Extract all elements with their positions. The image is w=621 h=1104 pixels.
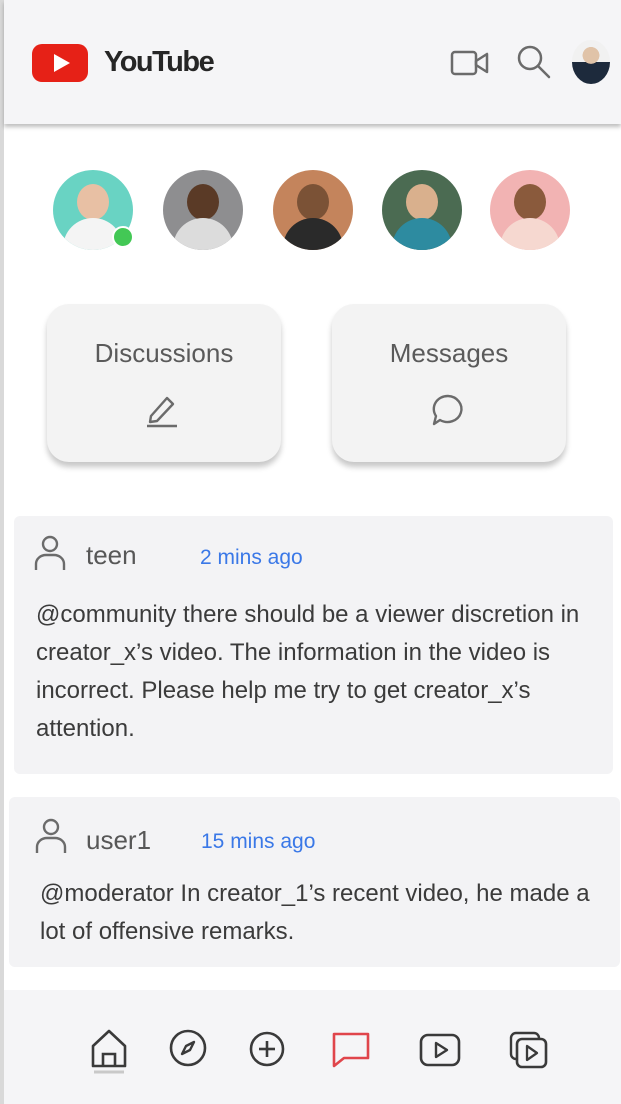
discussions-label: Discussions (94, 338, 234, 368)
left-border (0, 0, 4, 1104)
discussions-button[interactable]: Discussions (47, 304, 281, 462)
story-avatar-2[interactable] (163, 170, 243, 250)
user-icon (35, 818, 67, 853)
post-timestamp: 15 mins ago (201, 830, 316, 853)
story-avatar-3[interactable] (273, 170, 353, 250)
add-circle-icon[interactable] (248, 1030, 286, 1068)
story-avatar-4[interactable] (382, 170, 462, 250)
post-text: @community there should be a viewer disc… (36, 601, 580, 742)
search-icon[interactable] (516, 44, 552, 80)
library-icon[interactable] (508, 1030, 550, 1070)
discussion-post[interactable]: user1 15 mins ago @moderator In creator_… (9, 797, 620, 967)
chat-bubble-icon (432, 394, 463, 426)
video-camera-icon[interactable] (450, 48, 490, 78)
account-avatar[interactable] (572, 40, 610, 84)
post-text: @moderator In creator_1’s recent video, … (40, 880, 590, 945)
explore-icon[interactable] (168, 1028, 208, 1068)
discussion-post[interactable]: teen 2 mins ago @community there should … (14, 516, 613, 774)
brand-name: YouTube (104, 46, 215, 78)
top-app-bar: YouTube (4, 0, 621, 124)
home-icon[interactable] (88, 1026, 130, 1074)
story-avatar-5[interactable] (490, 170, 570, 250)
user-icon (34, 535, 66, 570)
chat-icon-active[interactable] (330, 1030, 372, 1070)
post-username[interactable]: user1 (86, 825, 151, 856)
post-timestamp: 2 mins ago (200, 546, 303, 569)
pencil-icon (147, 396, 177, 428)
youtube-logo-icon[interactable] (32, 44, 88, 82)
online-status-dot (112, 226, 134, 248)
messages-label: Messages (389, 338, 509, 368)
messages-button[interactable]: Messages (332, 304, 566, 462)
post-username[interactable]: teen (86, 540, 137, 571)
bottom-navigation (4, 990, 621, 1104)
play-button-icon[interactable] (418, 1032, 462, 1068)
story-avatars-row (0, 170, 621, 252)
